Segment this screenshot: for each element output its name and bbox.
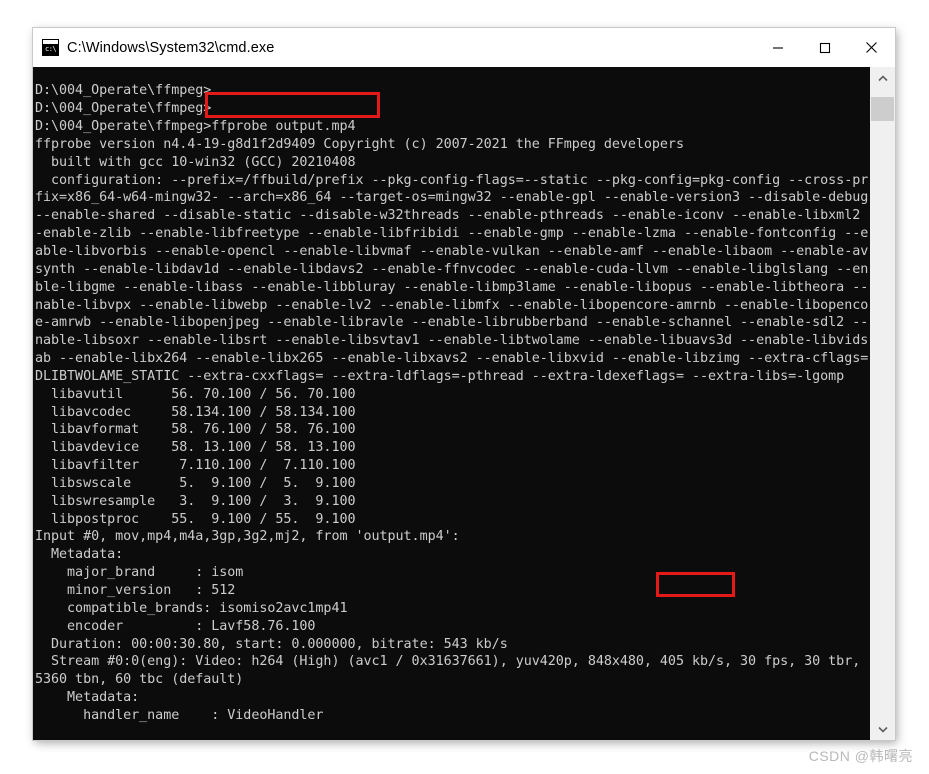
console-icon: c:\ xyxy=(42,39,59,56)
scrollbar-thumb[interactable] xyxy=(871,97,894,121)
close-button[interactable] xyxy=(848,28,895,67)
maximize-button[interactable] xyxy=(801,28,848,67)
window-title-bar[interactable]: c:\ C:\Windows\System32\cmd.exe xyxy=(33,28,895,67)
scroll-up-icon[interactable] xyxy=(870,67,895,89)
scrollbar-track[interactable] xyxy=(870,89,895,718)
console-output-area[interactable]: D:\004_Operate\ffmpeg> D:\004_Operate\ff… xyxy=(33,67,895,740)
cmd-window: c:\ C:\Windows\System32\cmd.exe D:\004_O… xyxy=(33,28,895,740)
window-title: C:\Windows\System32\cmd.exe xyxy=(67,39,275,56)
watermark: CSDN @韩曙亮 xyxy=(808,748,913,764)
console-text: D:\004_Operate\ffmpeg> D:\004_Operate\ff… xyxy=(35,83,870,726)
window-controls xyxy=(754,28,895,67)
page-background: c:\ C:\Windows\System32\cmd.exe D:\004_O… xyxy=(0,0,929,774)
scroll-down-icon[interactable] xyxy=(870,718,895,740)
minimize-button[interactable] xyxy=(754,28,801,67)
console-scrollbar[interactable] xyxy=(869,67,895,740)
